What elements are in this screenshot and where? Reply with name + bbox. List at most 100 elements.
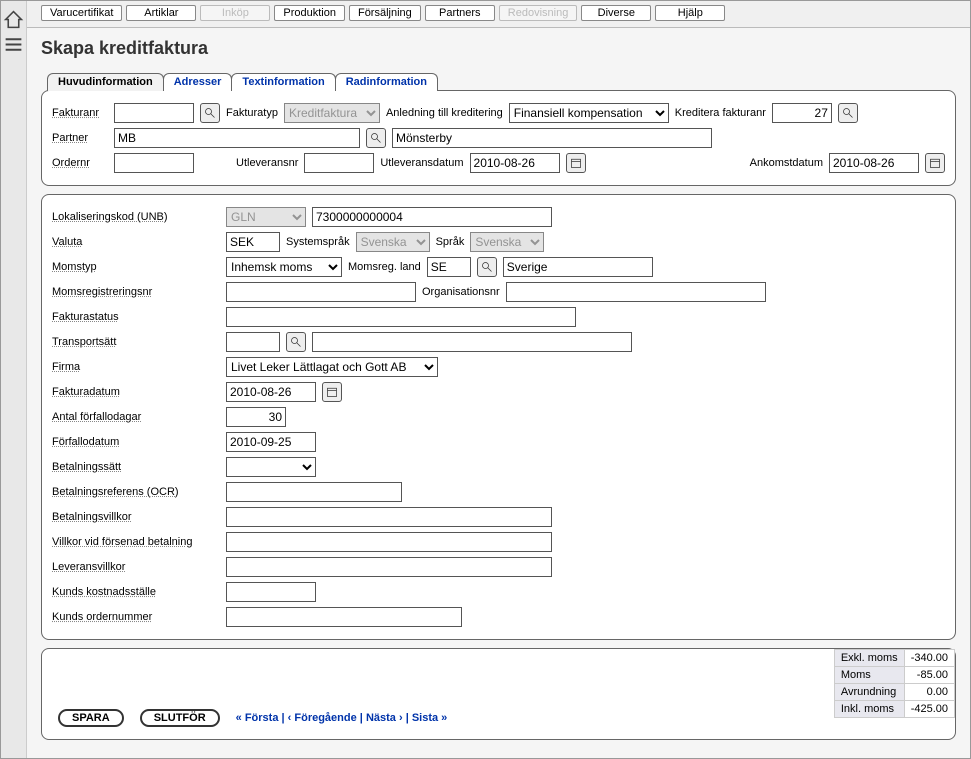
tab-radinformation[interactable]: Radinformation [335, 73, 438, 91]
nav-partners[interactable]: Partners [425, 5, 495, 21]
search-icon[interactable] [366, 128, 386, 148]
inkl-moms-label: Inkl. moms [834, 701, 904, 718]
utleveransdatum-input[interactable] [470, 153, 560, 173]
fakturastatus-label: Fakturastatus [52, 311, 220, 323]
kreditera-label: Kreditera fakturanr [675, 107, 766, 119]
kunds-kostnadsstalle-input[interactable] [226, 582, 316, 602]
ankomstdatum-input[interactable] [829, 153, 919, 173]
partner-code-input[interactable] [114, 128, 360, 148]
betalningssatt-select[interactable] [226, 457, 316, 477]
content: Skapa kreditfaktura Huvudinformation Adr… [27, 28, 970, 758]
partner-label: Partner [52, 132, 108, 144]
search-icon[interactable] [838, 103, 858, 123]
anledning-label: Anledning till kreditering [386, 107, 503, 119]
utleveransdatum-label: Utleveransdatum [380, 157, 463, 169]
lokaliseringskod-select: GLN [226, 207, 306, 227]
main-area: Varucertifikat Artiklar Inköp Produktion… [27, 1, 970, 758]
orgnr-input [506, 282, 766, 302]
kunds-ordernummer-label: Kunds ordernummer [52, 611, 220, 623]
orgnr-label: Organisationsnr [422, 286, 500, 298]
momstyp-label: Momstyp [52, 261, 220, 273]
valuta-label: Valuta [52, 236, 220, 248]
tab-huvudinformation[interactable]: Huvudinformation [47, 73, 164, 91]
leveransvillkor-label: Leveransvillkor [52, 561, 220, 573]
body-panel: Lokaliseringskod (UNB) GLN Valuta System… [41, 194, 956, 640]
valuta-input [226, 232, 280, 252]
home-icon[interactable] [3, 9, 24, 30]
betalningssatt-label: Betalningssätt [52, 461, 220, 473]
fakturadatum-label: Fakturadatum [52, 386, 220, 398]
fakturadatum-input[interactable] [226, 382, 316, 402]
calendar-icon[interactable] [322, 382, 342, 402]
momsregnr-label: Momsregistreringsnr [52, 286, 220, 298]
leveransvillkor-input[interactable] [226, 557, 552, 577]
momstyp-select[interactable]: Inhemsk moms [226, 257, 342, 277]
calendar-icon[interactable] [925, 153, 945, 173]
anledning-select[interactable]: Finansiell kompensation [509, 103, 669, 123]
exkl-moms-label: Exkl. moms [834, 650, 904, 667]
sprak-label: Språk [436, 236, 465, 248]
kreditera-input[interactable] [772, 103, 832, 123]
avrundning-value: 0.00 [904, 684, 954, 701]
nav-diverse[interactable]: Diverse [581, 5, 651, 21]
utleveransnr-input [304, 153, 374, 173]
villkor-forsenad-input[interactable] [226, 532, 552, 552]
momsregnr-input[interactable] [226, 282, 416, 302]
pager-prev[interactable]: ‹ Föregående [288, 712, 357, 724]
page-title: Skapa kreditfaktura [41, 38, 956, 59]
antal-forfallodagar-input[interactable] [226, 407, 286, 427]
nav-hjalp[interactable]: Hjälp [655, 5, 725, 21]
search-icon[interactable] [200, 103, 220, 123]
calendar-icon[interactable] [566, 153, 586, 173]
nav-artiklar[interactable]: Artiklar [126, 5, 196, 21]
betalningsvillkor-input[interactable] [226, 507, 552, 527]
nav-inkop: Inköp [200, 5, 270, 21]
slutfor-button[interactable]: SLUTFÖR [140, 709, 220, 727]
momsreg-land-input[interactable] [427, 257, 471, 277]
totals-table: Exkl. moms-340.00 Moms-85.00 Avrundning0… [834, 649, 955, 718]
firma-select[interactable]: Livet Leker Lättlagat och Gott AB [226, 357, 438, 377]
betalningsreferens-label: Betalningsreferens (OCR) [52, 486, 220, 498]
betalningsreferens-input[interactable] [226, 482, 402, 502]
nav-varucertifikat[interactable]: Varucertifikat [41, 5, 122, 21]
search-icon[interactable] [286, 332, 306, 352]
fakturanr-input[interactable] [114, 103, 194, 123]
kunds-ordernummer-input[interactable] [226, 607, 462, 627]
moms-value: -85.00 [904, 667, 954, 684]
avrundning-label: Avrundning [834, 684, 904, 701]
ankomstdatum-label: Ankomstdatum [750, 157, 823, 169]
forfallodatum-input [226, 432, 316, 452]
momsreg-land-name [503, 257, 653, 277]
footer-panel: Exkl. moms-340.00 Moms-85.00 Avrundning0… [41, 648, 956, 740]
nav-forsaljning[interactable]: Försäljning [349, 5, 421, 21]
header-panel: Fakturanr Fakturatyp Kreditfaktura Anled… [41, 90, 956, 186]
nav-redovisning: Redovisning [499, 5, 578, 21]
transportsatt-label: Transportsätt [52, 336, 220, 348]
kunds-kostnadsstalle-label: Kunds kostnadsställe [52, 586, 220, 598]
top-nav: Varucertifikat Artiklar Inköp Produktion… [27, 1, 970, 28]
app-frame: Varucertifikat Artiklar Inköp Produktion… [0, 0, 971, 759]
spara-button[interactable]: SPARA [58, 709, 124, 727]
utleveransnr-label: Utleveransnr [236, 157, 298, 169]
nav-produktion[interactable]: Produktion [274, 5, 345, 21]
fakturastatus-input [226, 307, 576, 327]
transportsatt-name [312, 332, 632, 352]
pager-next[interactable]: Nästa › [366, 712, 403, 724]
tab-textinformation[interactable]: Textinformation [231, 73, 335, 91]
systemsprak-label: Systemspråk [286, 236, 350, 248]
inkl-moms-value: -425.00 [904, 701, 954, 718]
search-icon[interactable] [477, 257, 497, 277]
menu-icon[interactable] [3, 34, 24, 55]
lokaliseringskod-label: Lokaliseringskod (UNB) [52, 211, 220, 223]
firma-label: Firma [52, 361, 220, 373]
partner-name-display [392, 128, 712, 148]
pager-last[interactable]: Sista » [412, 712, 447, 724]
transportsatt-code-input[interactable] [226, 332, 280, 352]
fakturatyp-label: Fakturatyp [226, 107, 278, 119]
tab-adresser[interactable]: Adresser [163, 73, 233, 91]
pager-first[interactable]: « Första [236, 712, 279, 724]
fakturanr-label: Fakturanr [52, 107, 108, 119]
ordernr-input [114, 153, 194, 173]
forfallodatum-label: Förfallodatum [52, 436, 220, 448]
moms-label: Moms [834, 667, 904, 684]
